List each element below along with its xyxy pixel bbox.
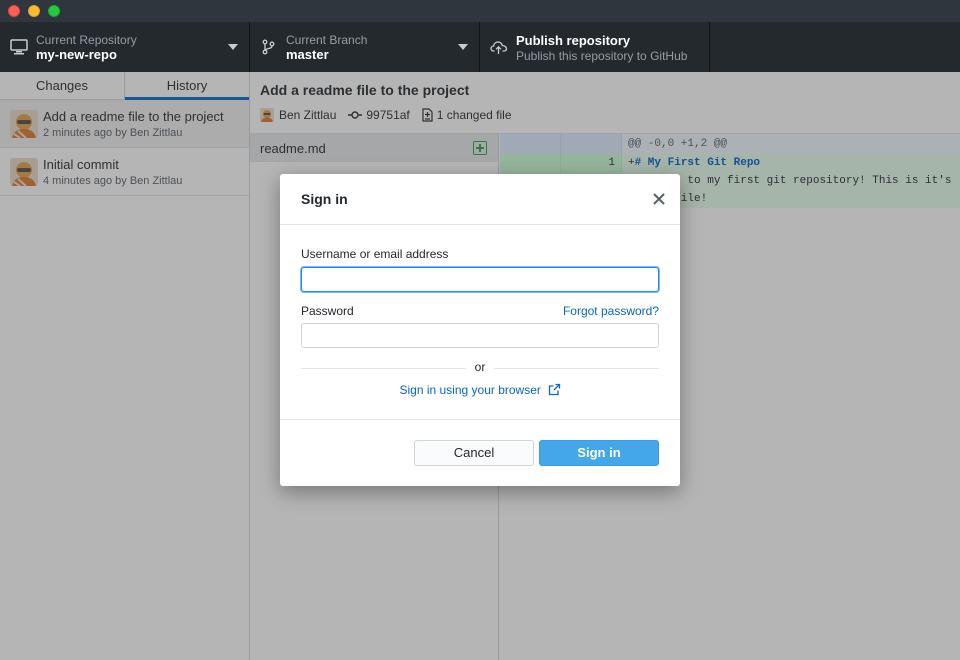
window-titlebar (0, 0, 960, 22)
sign-in-dialog: Sign in Username or email address Passwo… (280, 174, 680, 486)
dialog-footer: Cancel Sign in (280, 419, 680, 486)
close-window-button[interactable] (8, 5, 20, 17)
current-branch-label: Current Branch (286, 33, 368, 47)
current-repository-button[interactable]: Current Repository my-new-repo (0, 22, 250, 72)
zoom-window-button[interactable] (48, 5, 60, 17)
current-branch-button[interactable]: Current Branch master (250, 22, 480, 72)
current-branch-value: master (286, 47, 329, 62)
publish-repository-title: Publish repository (516, 33, 631, 48)
username-input[interactable] (301, 267, 659, 292)
password-label: Password (301, 304, 354, 318)
chevron-down-icon (458, 44, 468, 50)
chevron-down-icon (228, 44, 238, 50)
forgot-password-link[interactable]: Forgot password? (563, 304, 659, 318)
or-separator: or (474, 360, 486, 374)
username-label: Username or email address (301, 247, 449, 261)
branch-icon (262, 39, 275, 55)
external-link-icon (548, 383, 560, 396)
publish-repository-button[interactable]: Publish repository Publish this reposito… (480, 22, 710, 72)
dialog-title: Sign in (301, 191, 348, 207)
sign-in-button[interactable]: Sign in (539, 440, 659, 466)
cloud-upload-icon (490, 41, 508, 54)
close-icon[interactable] (652, 192, 666, 206)
cancel-button[interactable]: Cancel (414, 440, 534, 466)
sign-in-browser-link[interactable]: Sign in using your browser (399, 383, 540, 397)
current-repository-value: my-new-repo (36, 47, 117, 62)
dialog-header: Sign in (280, 174, 680, 225)
minimize-window-button[interactable] (28, 5, 40, 17)
toolbar: Current Repository my-new-repo Current B… (0, 22, 960, 72)
password-input[interactable] (301, 323, 659, 348)
computer-icon (10, 39, 28, 55)
current-repository-label: Current Repository (36, 33, 137, 47)
publish-repository-subtitle: Publish this repository to GitHub (516, 49, 688, 63)
